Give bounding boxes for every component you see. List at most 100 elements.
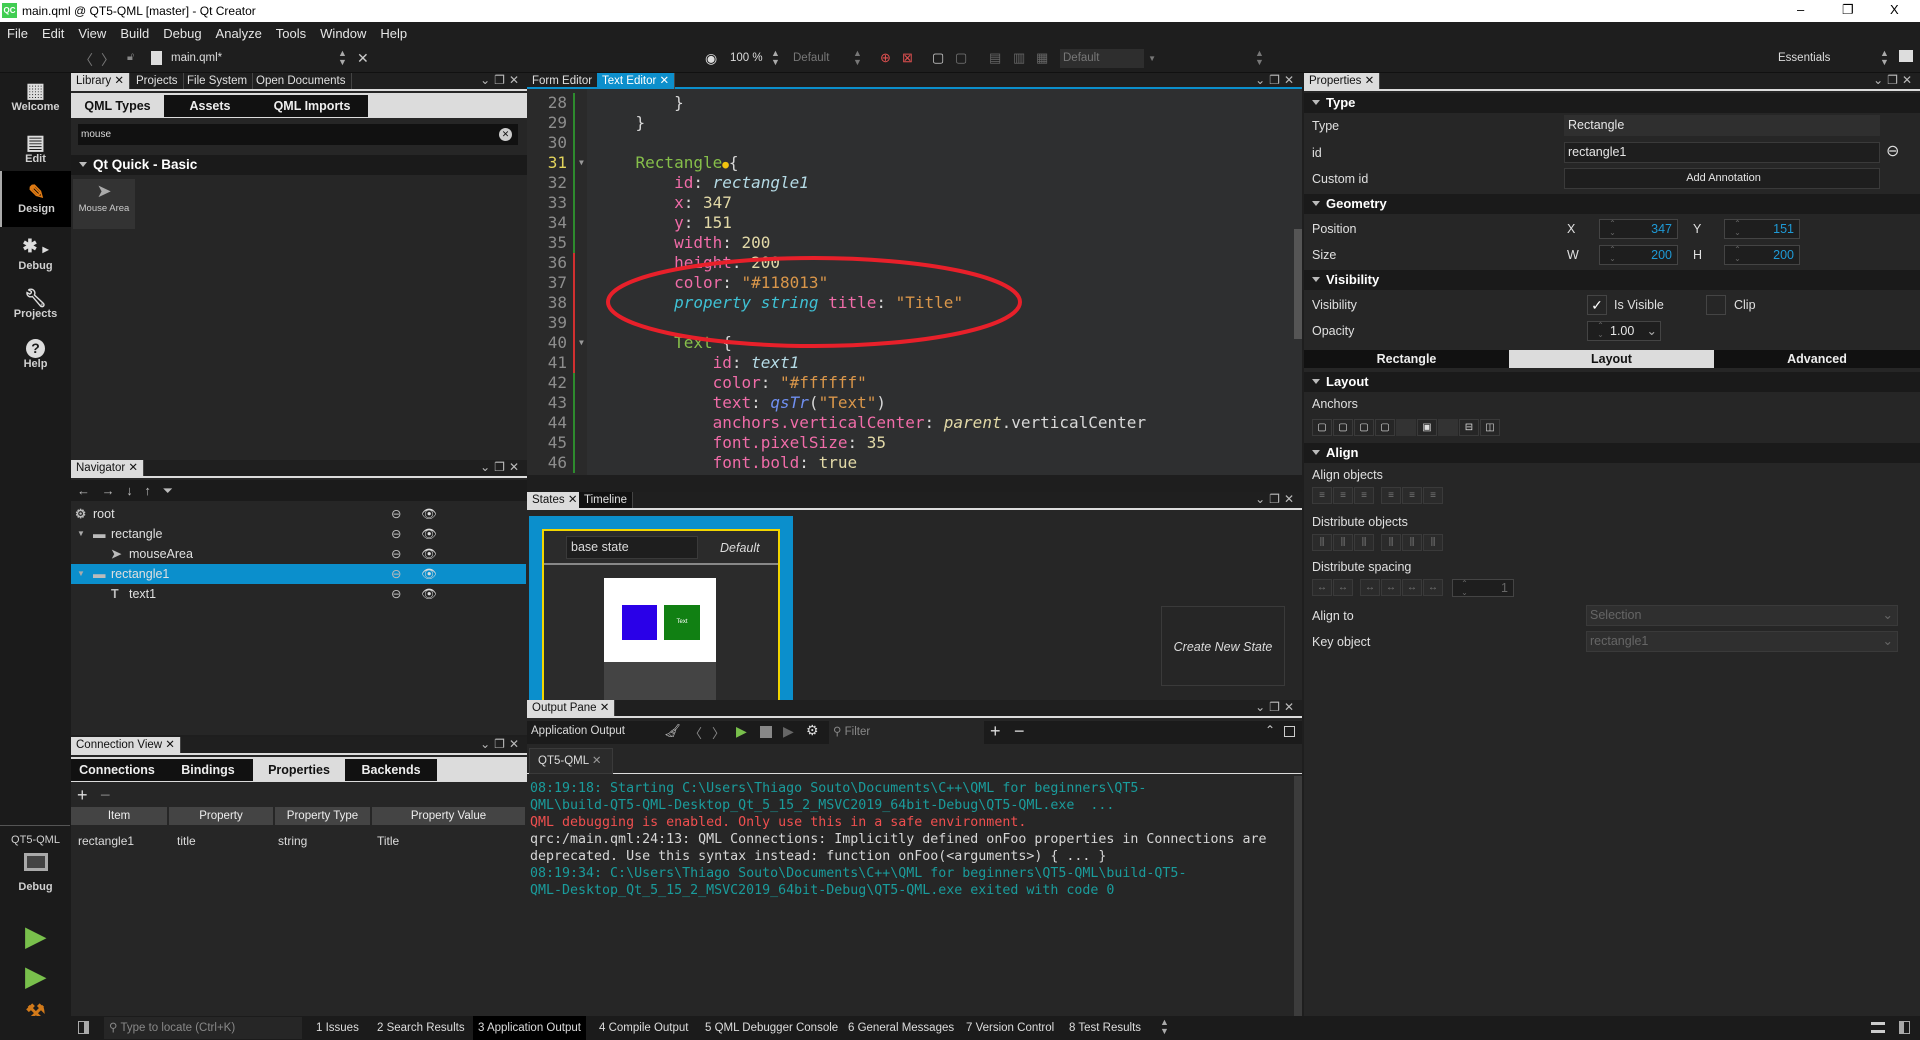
toggle-right-sidebar-icon[interactable]: [1899, 1021, 1910, 1034]
output-pane-button[interactable]: 1 Issues: [316, 1016, 359, 1040]
eye-icon[interactable]: 👁︎: [421, 524, 437, 544]
eye-icon[interactable]: 👁︎: [421, 504, 437, 524]
distribute-button-icon[interactable]: ⫼: [1423, 534, 1443, 551]
back-icon[interactable]: 〈: [79, 50, 93, 70]
mode-debug[interactable]: ✱ ▶ Debug: [0, 236, 71, 272]
minimize-button[interactable]: –: [1797, 2, 1804, 17]
spacing-button-icon[interactable]: ↔: [1402, 579, 1422, 596]
close-icon[interactable]: ✕: [165, 739, 175, 751]
distribute-button-icon[interactable]: ⫼: [1312, 534, 1332, 551]
tab-text-editor[interactable]: Text Editor ✕: [597, 73, 676, 89]
library-item-mouse-area[interactable]: ➤ Mouse Area: [73, 179, 135, 229]
opacity-spinbox[interactable]: 1.00 ⌄: [1587, 321, 1661, 341]
navigator-row[interactable]: ▼ ▬ rectangle ⊖ 👁︎: [71, 524, 526, 544]
menu-debug[interactable]: Debug: [156, 22, 208, 46]
output-filter-input[interactable]: ⚲ Filter: [829, 721, 984, 744]
close-icon[interactable]: ✕: [114, 75, 124, 87]
export-icon[interactable]: ⊖: [391, 524, 401, 544]
arrow-left-icon[interactable]: ←: [77, 483, 90, 498]
subtab-connections[interactable]: Connections: [71, 759, 163, 781]
clear-search-icon[interactable]: ✕: [499, 128, 512, 141]
subtab-bindings[interactable]: Bindings: [163, 759, 253, 781]
debug-run-icon[interactable]: ▶: [0, 963, 71, 989]
locate-input[interactable]: ⚲ Type to locate (Ctrl+K): [104, 1017, 302, 1039]
combo-spinner-icon[interactable]: ▲ ▼: [1255, 49, 1264, 67]
close-icon[interactable]: ✕: [600, 702, 610, 714]
form-combo[interactable]: Default ▼: [1060, 49, 1156, 68]
width-spinbox[interactable]: 200: [1599, 245, 1678, 265]
output-pane-button[interactable]: 5 QML Debugger Console: [705, 1016, 838, 1040]
spacing-spinbox[interactable]: 1: [1452, 579, 1514, 597]
reset-view-icon[interactable]: ⊕: [880, 50, 891, 66]
column-header[interactable]: Property Type: [275, 807, 372, 825]
output-pane-button[interactable]: 3 Application Output: [473, 1016, 586, 1040]
expand-arrow-icon[interactable]: ▼: [77, 524, 85, 544]
menu-help[interactable]: Help: [373, 22, 414, 46]
export-icon[interactable]: ⊖: [391, 504, 401, 524]
navigator-row[interactable]: ▼ ▬ rectangle1 ⊖ 👁︎: [71, 564, 526, 584]
menu-analyze[interactable]: Analyze: [209, 22, 269, 46]
run-icon[interactable]: ▶: [0, 923, 71, 949]
panel-controls-icon[interactable]: ⌄❐✕: [1255, 492, 1298, 506]
align-button-icon[interactable]: ≡: [1333, 487, 1353, 504]
section-qt-quick-basic[interactable]: Qt Quick - Basic: [71, 155, 527, 175]
arrow-up-icon[interactable]: ↑: [144, 483, 151, 498]
anchor-button-icon[interactable]: ▢: [1375, 419, 1395, 436]
tab-navigator[interactable]: Navigator ✕: [71, 460, 145, 476]
panel-controls-icon[interactable]: ⌄❐✕: [1255, 73, 1298, 87]
stop-icon[interactable]: [760, 726, 772, 738]
tab-layout[interactable]: Layout: [1509, 350, 1714, 368]
chevron-down-icon[interactable]: ⌄: [1647, 322, 1657, 340]
column-header[interactable]: Item: [71, 807, 169, 825]
create-new-state-button[interactable]: Create New State: [1161, 606, 1285, 686]
subtab-assets[interactable]: Assets: [164, 95, 256, 117]
add-icon[interactable]: +: [77, 785, 88, 806]
zoom-out-icon[interactable]: −: [1014, 721, 1025, 742]
close-icon[interactable]: ✕: [660, 75, 670, 87]
tab-open-documents[interactable]: Open Documents: [251, 73, 352, 89]
layout2-icon[interactable]: ▢: [955, 50, 967, 66]
panel-controls-icon[interactable]: ⌄❐✕: [480, 460, 523, 474]
section-geometry[interactable]: Geometry: [1304, 194, 1920, 214]
tab-timeline[interactable]: Timeline: [579, 492, 634, 508]
close-run-icon[interactable]: ✕: [592, 755, 602, 767]
state-combo[interactable]: Default: [793, 52, 829, 64]
code-editor[interactable]: 28 } 29 } 30 31 ▼ Rectangle●{32 id: rectangl…: [527, 89, 1302, 475]
eye-icon[interactable]: 👁︎: [421, 544, 437, 564]
output-scrollbar[interactable]: [1294, 776, 1302, 1016]
tab-library[interactable]: Library ✕: [71, 73, 130, 89]
toggle-sidebar-icon[interactable]: [78, 1021, 89, 1034]
column-header[interactable]: Property Value: [372, 807, 527, 825]
height-spinbox[interactable]: 200: [1724, 245, 1800, 265]
tab-properties[interactable]: Properties ✕: [1304, 73, 1381, 89]
align-button-icon[interactable]: ≡: [1423, 487, 1443, 504]
is-visible-checkbox[interactable]: ✓: [1587, 295, 1607, 315]
add-annotation-button[interactable]: Add Annotation: [1564, 168, 1880, 189]
library-search-input[interactable]: mouse ✕: [78, 124, 518, 145]
anchor-horizontal-center-icon[interactable]: ◫: [1480, 419, 1500, 436]
tab-states[interactable]: States ✕: [527, 492, 584, 508]
distribute-button-icon[interactable]: ⫼: [1354, 534, 1374, 551]
gear-icon[interactable]: ⚙: [806, 722, 819, 739]
menu-window[interactable]: Window: [313, 22, 373, 46]
zoom-in-icon[interactable]: +: [990, 721, 1001, 742]
grid-layout-icon[interactable]: ▦: [1036, 50, 1048, 66]
zoom-level[interactable]: 100 %: [730, 52, 763, 64]
run-icon[interactable]: ▶: [736, 723, 747, 740]
anchor-fill-icon[interactable]: ▣: [1417, 419, 1437, 436]
mode-projects[interactable]: 🔧︎ Projects: [0, 288, 71, 320]
spacing-button-icon[interactable]: ↔: [1312, 579, 1332, 596]
menu-build[interactable]: Build: [113, 22, 156, 46]
spacing-button-icon[interactable]: ↔: [1381, 579, 1401, 596]
y-spinbox[interactable]: 151: [1724, 219, 1800, 239]
close-icon[interactable]: ✕: [1365, 75, 1375, 87]
panel-controls-icon[interactable]: ⌄❐✕: [1873, 73, 1916, 87]
panel-controls-icon[interactable]: ⌄❐✕: [480, 73, 523, 87]
menu-file[interactable]: File: [0, 22, 35, 46]
distribute-button-icon[interactable]: ⫼: [1333, 534, 1353, 551]
navigator-row[interactable]: ⚙ root ⊖ 👁︎: [71, 504, 526, 524]
attach-debugger-icon[interactable]: ▶: [783, 723, 794, 740]
minimize-pane-icon[interactable]: [1284, 726, 1295, 737]
export-icon[interactable]: ⊖: [391, 544, 401, 564]
anchor-button-icon[interactable]: ▢: [1312, 419, 1332, 436]
